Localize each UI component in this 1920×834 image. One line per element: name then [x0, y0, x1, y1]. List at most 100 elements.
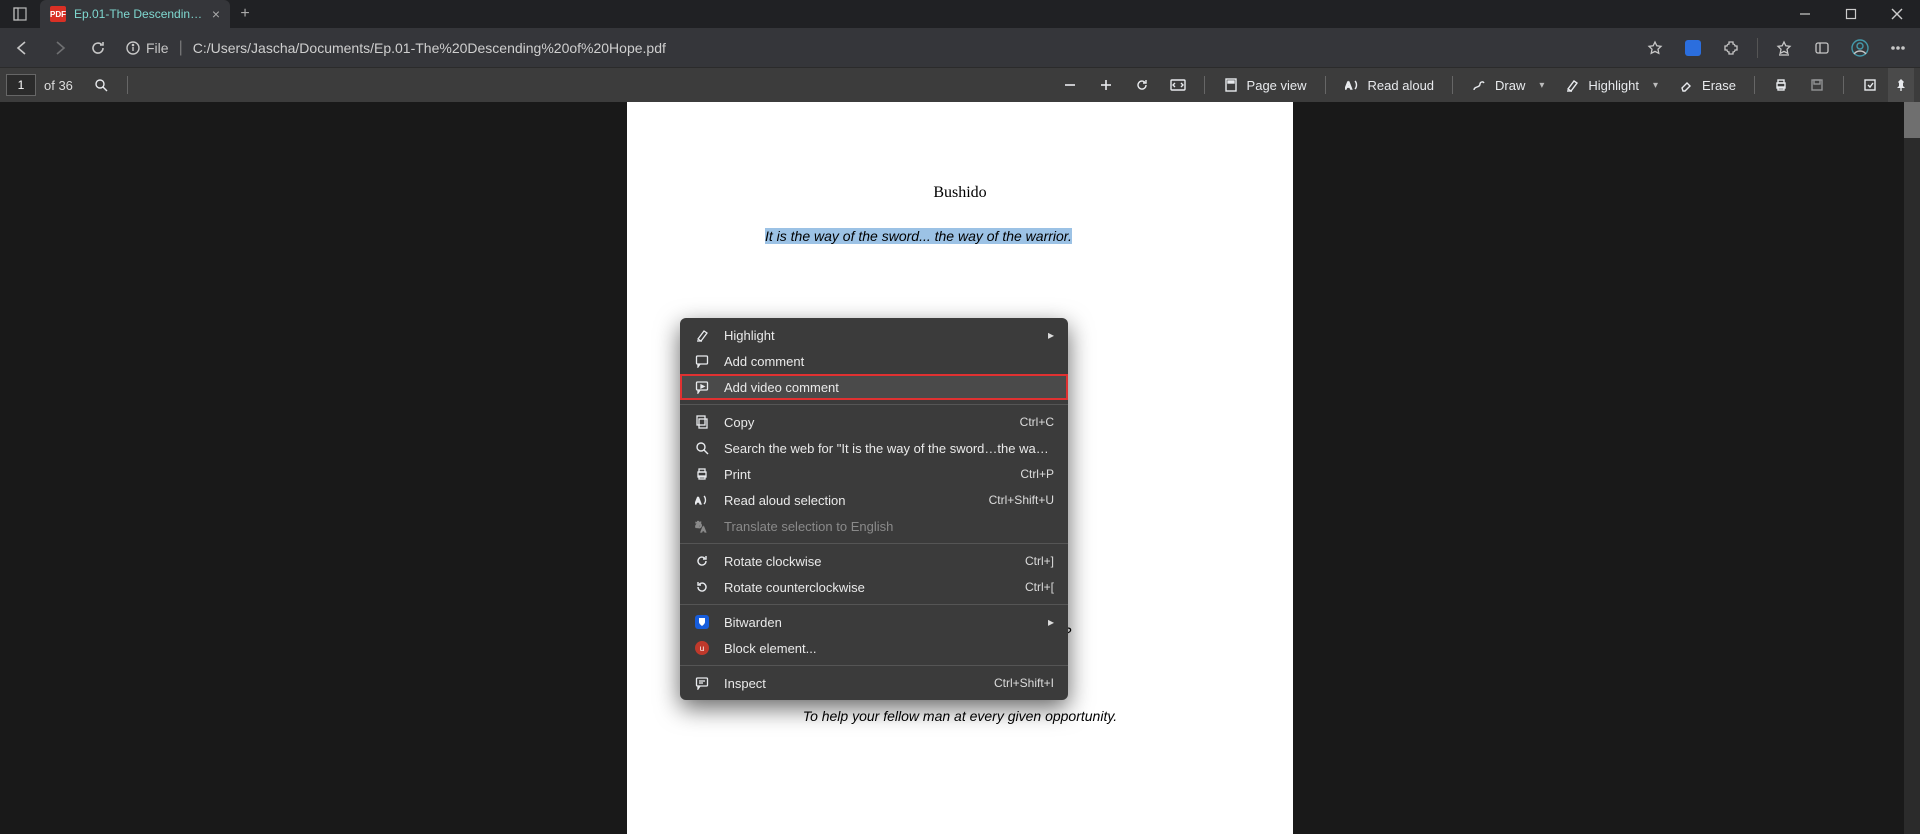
navbar-separator	[1757, 38, 1758, 58]
copy-icon	[694, 414, 710, 430]
collections-button[interactable]	[1804, 32, 1840, 64]
context-menu-item-bitwarden[interactable]: Bitwarden ▸	[680, 609, 1068, 635]
context-menu-separator	[680, 604, 1068, 605]
forward-button[interactable]	[42, 32, 78, 64]
favorite-button[interactable]	[1637, 32, 1673, 64]
erase-button[interactable]: Erase	[1668, 71, 1746, 99]
favorites-list-button[interactable]	[1766, 32, 1802, 64]
context-menu-label: Bitwarden	[724, 615, 1034, 630]
rotate-ccw-icon	[694, 579, 710, 595]
context-menu-item-print[interactable]: PrintCtrl+P	[680, 461, 1068, 487]
context-menu-item-rot-ccw[interactable]: Rotate counterclockwise Ctrl+[	[680, 574, 1068, 600]
context-menu-label: Translate selection to English	[724, 519, 1054, 534]
search-icon	[694, 440, 710, 456]
page-number-input[interactable]	[6, 74, 36, 96]
chevron-down-icon: ▾	[1653, 80, 1658, 91]
context-menu-label: Copy	[724, 415, 1006, 430]
window-titlebar: PDF Ep.01-The Descending of Hope.p × +	[0, 0, 1920, 28]
find-button[interactable]	[83, 71, 119, 99]
site-info-button[interactable]: File	[126, 40, 169, 56]
highlight-button[interactable]: Highlight ▾	[1554, 71, 1668, 99]
reload-button[interactable]	[80, 32, 116, 64]
browser-navbar: File | C:/Users/Jascha/Documents/Ep.01-T…	[0, 28, 1920, 68]
app-menu-icon[interactable]	[0, 0, 40, 28]
context-menu-label: Rotate counterclockwise	[724, 580, 1011, 595]
context-menu-separator	[680, 404, 1068, 405]
toolbar-separator	[1452, 76, 1453, 94]
context-menu-separator	[680, 543, 1068, 544]
context-menu-item-add-video[interactable]: Add video comment	[680, 374, 1068, 400]
context-menu-item-search-web[interactable]: Search the web for "It is the way of the…	[680, 435, 1068, 461]
context-menu-shortcut: Ctrl+]	[1025, 554, 1054, 568]
browser-tab[interactable]: PDF Ep.01-The Descending of Hope.p ×	[40, 0, 230, 28]
address-bar[interactable]: File | C:/Users/Jascha/Documents/Ep.01-T…	[118, 32, 1635, 64]
back-button[interactable]	[4, 32, 40, 64]
context-menu-item-read-sel[interactable]: ARead aloud selectionCtrl+Shift+U	[680, 487, 1068, 513]
svg-text:A: A	[695, 496, 701, 506]
translate-icon: あA	[694, 518, 710, 534]
extensions-button[interactable]	[1713, 32, 1749, 64]
context-menu-label: Search the web for "It is the way of the…	[724, 441, 1054, 456]
print-button[interactable]	[1763, 71, 1799, 99]
address-url: C:/Users/Jascha/Documents/Ep.01-The%20De…	[193, 40, 666, 56]
window-maximize-button[interactable]	[1828, 0, 1874, 28]
profile-button[interactable]	[1842, 32, 1878, 64]
chevron-down-icon: ▾	[1539, 80, 1544, 91]
zoom-out-button[interactable]	[1052, 71, 1088, 99]
pdf-toolbar: of 36 Page view A Read aloud Draw ▾ High…	[0, 68, 1920, 102]
toolbar-separator	[127, 76, 128, 94]
svg-text:A: A	[1345, 81, 1352, 92]
ublock-icon: u	[694, 640, 710, 656]
context-menu-separator	[680, 665, 1068, 666]
context-menu-item-highlight[interactable]: Highlight ▸	[680, 322, 1068, 348]
window-close-button[interactable]	[1874, 0, 1920, 28]
read-aloud-label: Read aloud	[1368, 78, 1435, 93]
context-menu-item-rot-cw[interactable]: Rotate clockwiseCtrl+]	[680, 548, 1068, 574]
window-minimize-button[interactable]	[1782, 0, 1828, 28]
chevron-right-icon: ▸	[1048, 615, 1054, 629]
comment-icon	[694, 353, 710, 369]
document-title: Bushido	[697, 184, 1223, 202]
highlight-label: Highlight	[1588, 78, 1639, 93]
context-menu-label: Inspect	[724, 676, 980, 691]
context-menu-item-copy[interactable]: Copy Ctrl+C	[680, 409, 1068, 435]
body-line: To help your fellow man at every given o…	[697, 708, 1223, 724]
pdf-favicon-icon: PDF	[50, 6, 66, 22]
fit-page-button[interactable]	[1160, 71, 1196, 99]
svg-text:A: A	[701, 527, 706, 533]
toolbar-separator	[1754, 76, 1755, 94]
context-menu-shortcut: Ctrl+C	[1020, 415, 1054, 429]
vertical-scrollbar[interactable]	[1904, 102, 1920, 834]
page-total-label: of 36	[44, 78, 73, 93]
erase-label: Erase	[1702, 78, 1736, 93]
context-menu-item-inspect[interactable]: InspectCtrl+Shift+I	[680, 670, 1068, 696]
selected-text[interactable]: It is the way of the sword... the way of…	[765, 228, 1072, 244]
page-view-button[interactable]: Page view	[1213, 71, 1317, 99]
context-menu-label: Read aloud selection	[724, 493, 975, 508]
zoom-in-button[interactable]	[1088, 71, 1124, 99]
rotate-cw-icon	[694, 553, 710, 569]
new-tab-button[interactable]: +	[230, 0, 260, 28]
read-aloud-icon: A	[694, 492, 710, 508]
menu-button[interactable]	[1880, 32, 1916, 64]
protocol-label: File	[146, 40, 169, 56]
context-menu-item-block[interactable]: uBlock element...	[680, 635, 1068, 661]
context-menu-shortcut: Ctrl+[	[1025, 580, 1054, 594]
save-as-button[interactable]	[1852, 71, 1888, 99]
pin-toolbar-button[interactable]	[1888, 68, 1914, 102]
context-menu-label: Highlight	[724, 328, 1034, 343]
rotate-button[interactable]	[1124, 71, 1160, 99]
extension-bitwarden-icon[interactable]	[1675, 32, 1711, 64]
inspect-icon	[694, 675, 710, 691]
draw-button[interactable]: Draw ▾	[1461, 71, 1554, 99]
pdf-viewer[interactable]: Bushido It is the way of the sword... th…	[0, 102, 1920, 834]
toolbar-separator	[1325, 76, 1326, 94]
context-menu-item-add-comment[interactable]: Add comment	[680, 348, 1068, 374]
tab-close-button[interactable]: ×	[212, 6, 220, 22]
scrollbar-thumb[interactable]	[1904, 102, 1920, 138]
tab-title: Ep.01-The Descending of Hope.p	[74, 7, 204, 21]
chevron-right-icon: ▸	[1048, 328, 1054, 342]
save-button[interactable]	[1799, 71, 1835, 99]
draw-label: Draw	[1495, 78, 1525, 93]
read-aloud-button[interactable]: A Read aloud	[1334, 71, 1445, 99]
